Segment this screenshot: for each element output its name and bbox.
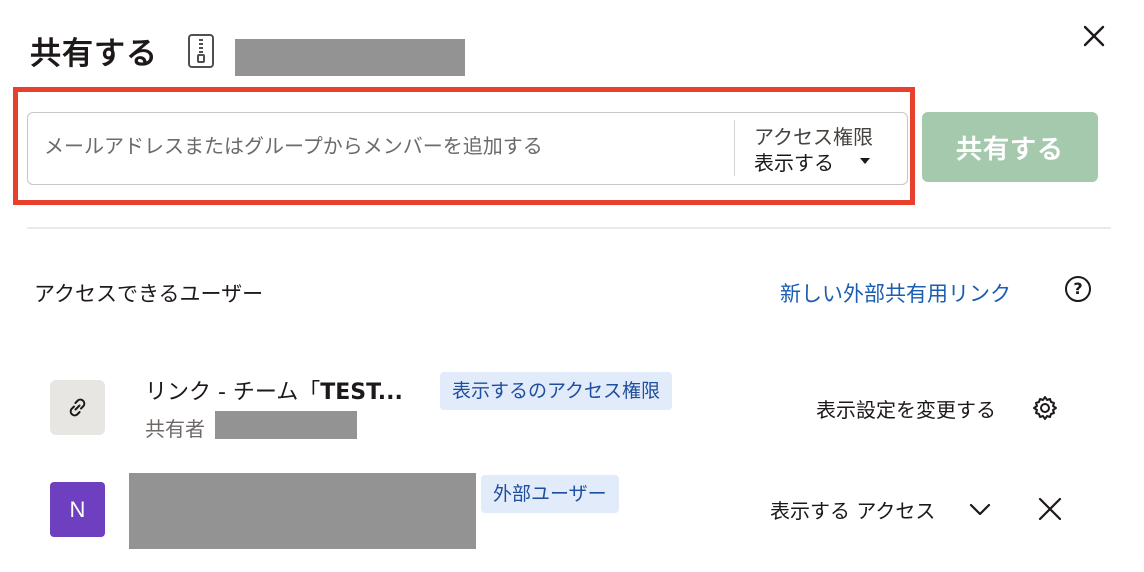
sharer-label: 共有者: [145, 417, 205, 441]
new-external-link-button[interactable]: 新しい外部共有用リンク: [780, 278, 1011, 308]
share-button[interactable]: 共有する: [922, 112, 1098, 182]
link-icon: [50, 380, 105, 435]
access-permission-label: アクセス権限: [754, 125, 873, 149]
access-permission-badge: 表示するのアクセス権限: [440, 372, 673, 410]
caret-down-icon: [860, 158, 870, 164]
redacted-user-name: [129, 473, 476, 549]
dialog-title: 共有する: [30, 36, 158, 72]
link-name: リンク - チーム「TEST...: [145, 374, 403, 406]
link-name-team: TEST...: [320, 380, 403, 405]
users-with-access-heading: アクセスできるユーザー: [34, 282, 264, 306]
redacted-file-name: [235, 39, 465, 76]
redacted-sharer-name: [215, 411, 357, 439]
external-user-badge: 外部ユーザー: [481, 475, 619, 513]
add-member-input[interactable]: [44, 131, 724, 161]
input-divider: [734, 120, 735, 176]
change-display-settings-button[interactable]: 表示設定を変更する: [816, 394, 996, 423]
access-permission-value: 表示する: [754, 151, 834, 175]
remove-user-icon[interactable]: [1036, 495, 1064, 523]
chevron-down-icon[interactable]: [968, 497, 992, 521]
link-name-prefix: リンク - チーム「: [145, 380, 321, 405]
section-divider: [27, 227, 1111, 229]
avatar: N: [50, 482, 105, 537]
help-icon[interactable]: ?: [1065, 276, 1091, 302]
zip-file-icon: [188, 34, 214, 68]
user-access-dropdown[interactable]: 表示する アクセス: [770, 495, 935, 524]
close-icon[interactable]: [1080, 22, 1108, 50]
gear-icon[interactable]: [1031, 394, 1059, 422]
